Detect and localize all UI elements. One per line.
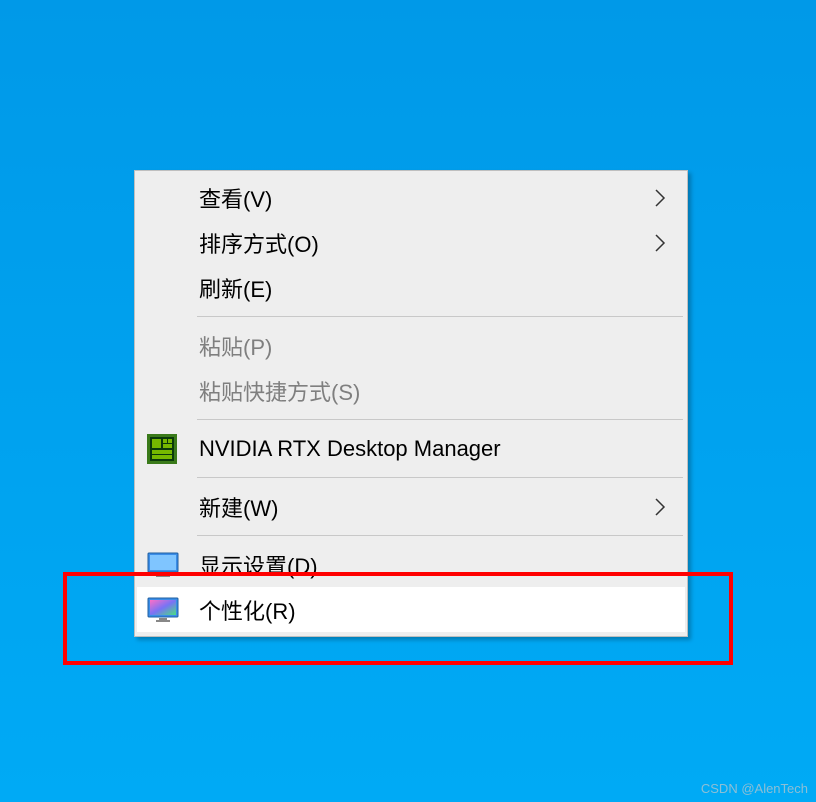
menu-item-new[interactable]: 新建(W) (137, 484, 685, 529)
menu-item-label: 个性化(R) (199, 594, 643, 626)
menu-separator (197, 316, 683, 317)
nvidia-icon (147, 434, 199, 464)
watermark-text: CSDN @AlenTech (701, 781, 808, 796)
menu-item-sort[interactable]: 排序方式(O) (137, 220, 685, 265)
personalize-icon (147, 597, 199, 623)
chevron-right-icon (643, 187, 667, 209)
menu-item-label: 显示设置(D) (199, 549, 643, 581)
menu-item-label: 查看(V) (199, 182, 643, 214)
menu-item-display-settings[interactable]: 显示设置(D) (137, 542, 685, 587)
desktop-context-menu: 查看(V) 排序方式(O) 刷新(E) 粘贴(P) 粘贴快捷方式(S) (134, 170, 688, 637)
menu-item-view[interactable]: 查看(V) (137, 175, 685, 220)
menu-item-label: 刷新(E) (199, 272, 643, 304)
menu-separator (197, 477, 683, 478)
chevron-right-icon (643, 496, 667, 518)
chevron-right-icon (643, 232, 667, 254)
display-icon (147, 552, 199, 578)
menu-separator (197, 419, 683, 420)
menu-item-paste-shortcut: 粘贴快捷方式(S) (137, 368, 685, 413)
menu-item-label: 排序方式(O) (199, 227, 643, 259)
menu-item-refresh[interactable]: 刷新(E) (137, 265, 685, 310)
menu-item-personalize[interactable]: 个性化(R) (137, 587, 685, 632)
menu-item-label: 新建(W) (199, 491, 643, 523)
menu-item-label: 粘贴(P) (199, 330, 643, 362)
menu-item-label: 粘贴快捷方式(S) (199, 375, 643, 407)
menu-item-paste: 粘贴(P) (137, 323, 685, 368)
menu-separator (197, 535, 683, 536)
menu-item-nvidia[interactable]: NVIDIA RTX Desktop Manager (137, 426, 685, 471)
menu-item-label: NVIDIA RTX Desktop Manager (199, 436, 643, 462)
